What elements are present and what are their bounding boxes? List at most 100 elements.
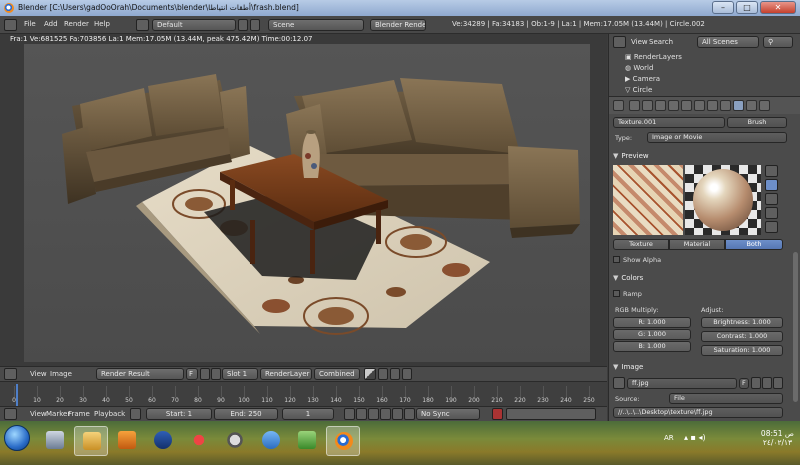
image-fake-user-button[interactable]: F <box>739 378 749 389</box>
z-buffer-icon[interactable] <box>390 368 400 380</box>
fake-user-button[interactable]: F <box>186 368 198 380</box>
start-frame-field[interactable]: Start: 1 <box>146 408 212 420</box>
properties-scrollbar[interactable] <box>793 252 798 402</box>
pin-icon[interactable] <box>402 368 412 380</box>
keying-set-select[interactable] <box>506 408 596 420</box>
preview-flat-icon[interactable] <box>765 165 778 177</box>
image-browse-icon[interactable] <box>613 377 625 389</box>
outliner-item[interactable]: ▽ Circle <box>625 86 652 96</box>
menu-add[interactable]: Add <box>44 20 58 28</box>
prev-keyframe-icon[interactable] <box>356 408 367 420</box>
editor-type-icon[interactable] <box>613 100 624 111</box>
menu-view[interactable]: View <box>30 370 47 378</box>
texture-brush-toggle[interactable]: Brush <box>727 117 787 128</box>
r-multiply-field[interactable]: R: 1.000 <box>613 317 691 328</box>
search-input[interactable]: ⚲ <box>763 36 793 48</box>
show-alpha-checkbox[interactable] <box>613 256 620 263</box>
editor-type-icon[interactable] <box>4 368 17 380</box>
preview-tab-both[interactable]: Both <box>725 239 783 250</box>
texture-tab-icon[interactable] <box>733 100 744 111</box>
taskbar-app[interactable] <box>218 426 252 456</box>
menu-image[interactable]: Image <box>50 370 72 378</box>
outliner-item[interactable]: ◍ World <box>625 64 653 74</box>
alpha-icon[interactable] <box>378 368 388 380</box>
image-select[interactable]: Render Result <box>96 368 184 380</box>
menu-help[interactable]: Help <box>94 20 110 28</box>
close-button[interactable]: ✕ <box>760 1 796 14</box>
preview-cube-icon[interactable] <box>765 193 778 205</box>
image-name-field[interactable]: ff.jpg <box>627 378 737 389</box>
taskbar-app[interactable] <box>38 426 72 456</box>
image-new-icon[interactable] <box>751 377 761 389</box>
sync-mode-select[interactable]: No Sync <box>416 408 480 420</box>
image-panel-header[interactable]: ▼ Image <box>613 363 787 371</box>
editor-type-icon[interactable] <box>4 408 17 420</box>
jump-start-icon[interactable] <box>344 408 355 420</box>
preview-monkey-icon[interactable] <box>765 207 778 219</box>
next-keyframe-icon[interactable] <box>392 408 403 420</box>
outliner-item[interactable]: ▶ Camera <box>625 75 660 85</box>
image-path-field[interactable]: //..\..\..\Desktop\texture\ff.jpg <box>613 407 783 418</box>
scene-select[interactable]: Scene <box>268 19 364 31</box>
timeline-ruler[interactable]: 0 10 20 30 40 50 60 70 80 90 100 110 120… <box>0 381 607 406</box>
taskbar-app[interactable] <box>74 426 108 456</box>
scene-tab-icon[interactable] <box>642 100 653 111</box>
menu-view[interactable]: View <box>30 410 47 418</box>
brightness-field[interactable]: Brightness: 1.000 <box>701 317 783 328</box>
start-button[interactable] <box>4 425 30 451</box>
current-frame-field[interactable]: 1 <box>282 408 334 420</box>
image-unlink-icon[interactable] <box>773 377 783 389</box>
b-multiply-field[interactable]: B: 1.000 <box>613 341 691 352</box>
modifiers-tab-icon[interactable] <box>694 100 705 111</box>
render-tab-icon[interactable] <box>629 100 640 111</box>
menu-search[interactable]: Search <box>649 38 673 46</box>
outliner-item[interactable]: ▣ RenderLayers <box>625 53 682 63</box>
object-tab-icon[interactable] <box>668 100 679 111</box>
screen-remove-icon[interactable] <box>250 19 260 31</box>
texture-name-field[interactable]: Texture.001 <box>613 117 725 128</box>
display-channels-icon[interactable] <box>364 368 376 380</box>
colors-panel-header[interactable]: ▼ Colors <box>613 274 787 282</box>
preview-range-icon[interactable] <box>130 408 141 420</box>
render-layer-select[interactable]: RenderLayer <box>260 368 312 380</box>
taskbar-app[interactable] <box>146 426 180 456</box>
menu-view[interactable]: View <box>631 38 648 46</box>
end-frame-field[interactable]: End: 250 <box>214 408 278 420</box>
clock[interactable]: 08:51 ص ٢٤/٠٢/١٣ <box>761 429 794 447</box>
tray-icons[interactable]: ▴ ▪ ◂) <box>684 433 706 442</box>
g-multiply-field[interactable]: G: 1.000 <box>613 329 691 340</box>
image-open-icon[interactable] <box>762 377 772 389</box>
menu-marker[interactable]: Marker <box>46 410 70 418</box>
preview-tab-material[interactable]: Material <box>669 239 725 250</box>
jump-end-icon[interactable] <box>404 408 415 420</box>
taskbar-app[interactable] <box>110 426 144 456</box>
taskbar-app[interactable] <box>290 426 324 456</box>
world-tab-icon[interactable] <box>655 100 666 111</box>
current-frame-marker[interactable] <box>16 384 18 406</box>
particles-tab-icon[interactable] <box>746 100 757 111</box>
render-engine-select[interactable]: Blender Render <box>370 19 426 31</box>
contrast-field[interactable]: Contrast: 1.000 <box>701 331 783 342</box>
screen-add-icon[interactable] <box>238 19 248 31</box>
constraints-tab-icon[interactable] <box>681 100 692 111</box>
menu-file[interactable]: File <box>24 20 36 28</box>
unlink-image-icon[interactable] <box>211 368 221 380</box>
ramp-checkbox[interactable] <box>613 290 620 297</box>
slot-select[interactable]: Slot 1 <box>222 368 258 380</box>
menu-render[interactable]: Render <box>64 20 89 28</box>
play-reverse-icon[interactable] <box>368 408 379 420</box>
preview-hair-icon[interactable] <box>765 221 778 233</box>
taskbar-app[interactable] <box>254 426 288 456</box>
render-pass-select[interactable]: Combined <box>314 368 360 380</box>
menu-playback[interactable]: Playback <box>94 410 125 418</box>
texture-type-select[interactable]: Image or Movie <box>647 132 787 143</box>
image-source-select[interactable]: File <box>669 393 783 404</box>
preview-tab-texture[interactable]: Texture <box>613 239 669 250</box>
taskbar-app-blender[interactable] <box>326 426 360 456</box>
outliner-filter-select[interactable]: All Scenes <box>697 36 759 48</box>
saturation-field[interactable]: Saturation: 1.000 <box>701 345 783 356</box>
screen-layout-select[interactable]: Default <box>152 19 236 31</box>
taskbar-app[interactable] <box>182 426 216 456</box>
preview-sphere-icon[interactable] <box>765 179 778 191</box>
record-icon[interactable] <box>492 408 503 420</box>
